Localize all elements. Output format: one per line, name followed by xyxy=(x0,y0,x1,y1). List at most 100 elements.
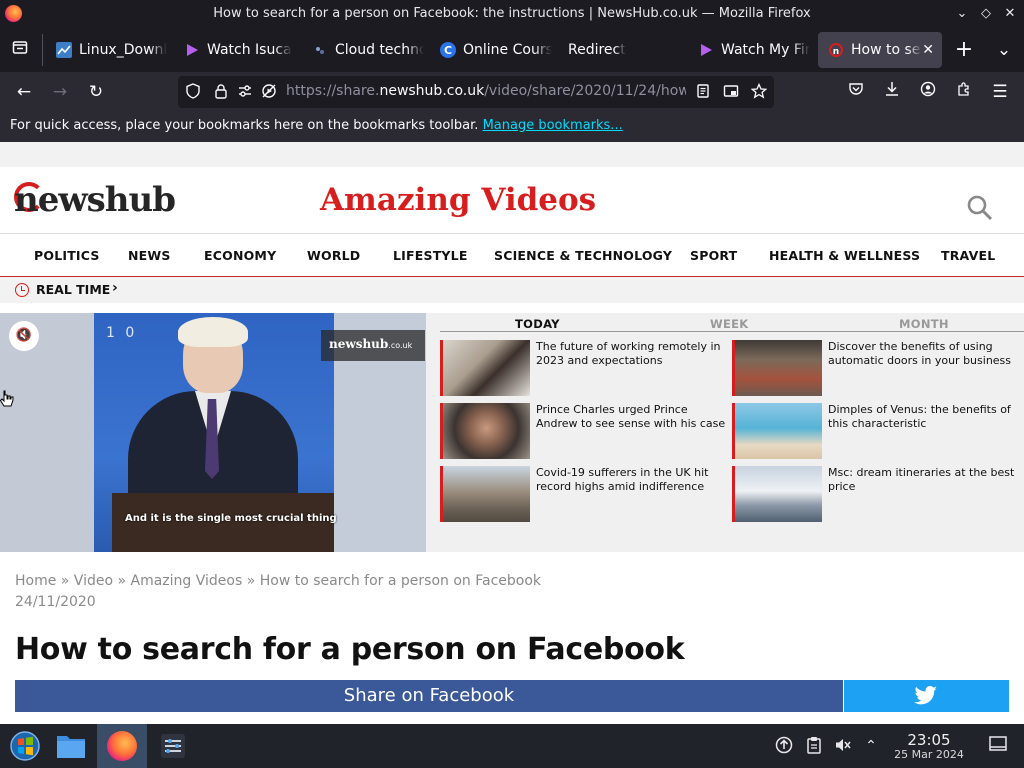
list-all-tabs-icon[interactable]: ⌄ xyxy=(990,36,1018,64)
clipboard-icon[interactable] xyxy=(804,736,824,756)
tab-redirect[interactable]: Redirect xyxy=(558,32,680,68)
tab-watch-my-first[interactable]: Watch My Fir xyxy=(688,32,810,68)
firefox-view-icon[interactable] xyxy=(6,36,34,64)
tab-cloud-technology[interactable]: Cloud techno xyxy=(302,32,424,68)
svg-text:n: n xyxy=(833,47,839,57)
lock-icon[interactable] xyxy=(212,83,230,101)
twitter-bird-icon xyxy=(914,686,937,705)
newshub-icon: n xyxy=(828,42,844,58)
address-bar[interactable]: https://share.newshub.co.uk/video/share/… xyxy=(178,76,774,108)
tab-label: Linux_Downl xyxy=(79,42,168,58)
video-person-hair xyxy=(178,317,248,347)
tab-how-to-search[interactable]: n How to sea ✕ xyxy=(818,32,942,68)
real-time-label: REAL TIME xyxy=(36,282,111,297)
minimize-icon[interactable]: ⌄ xyxy=(952,4,972,24)
tab-today[interactable]: TODAY xyxy=(515,317,560,331)
thumbnail-image xyxy=(732,403,822,459)
clock-icon xyxy=(15,283,29,297)
section-title[interactable]: Amazing Videos xyxy=(320,182,596,218)
pocket-icon[interactable] xyxy=(842,78,870,106)
tab-week[interactable]: WEEK xyxy=(710,317,749,331)
reload-icon[interactable]: ↻ xyxy=(82,78,110,106)
shield-icon[interactable] xyxy=(184,83,202,101)
related-title: Msc: dream itineraries at the best price xyxy=(828,466,1015,493)
related-title: Covid-19 sufferers in the UK hit record … xyxy=(536,466,709,493)
real-time-bar[interactable]: REAL TIME › xyxy=(0,277,1024,303)
chevron-up-icon[interactable]: ⌃ xyxy=(861,736,881,756)
mute-toggle-icon[interactable]: 🔇 xyxy=(9,321,39,351)
window-titlebar: How to search for a person on Facebook: … xyxy=(0,0,1024,28)
menu-icon[interactable]: ☰ xyxy=(986,78,1014,106)
video-watermark-logo: newshub.co.uk xyxy=(321,330,425,361)
tab-label: Cloud techno xyxy=(335,42,424,58)
site-logo[interactable]: newshub xyxy=(14,180,176,220)
related-tabs: TODAY WEEK MONTH xyxy=(440,316,1024,332)
new-tab-icon[interactable]: + xyxy=(950,36,978,64)
start-menu-icon[interactable] xyxy=(0,724,50,768)
related-videos-panel: TODAY WEEK MONTH The future of working r… xyxy=(426,313,1024,552)
nav-economy[interactable]: ECONOMY xyxy=(204,248,276,263)
tab-label: How to sea xyxy=(851,42,923,58)
bookmark-star-icon[interactable] xyxy=(750,82,768,101)
permissions-icon[interactable] xyxy=(236,83,254,101)
share-twitter-button[interactable] xyxy=(844,680,1009,712)
search-icon[interactable] xyxy=(966,194,994,222)
clock-time[interactable]: 23:05 xyxy=(906,731,952,749)
forward-icon[interactable]: → xyxy=(46,78,74,106)
nav-politics[interactable]: POLITICS xyxy=(34,248,100,263)
tab-online-courses[interactable]: C Online Cours xyxy=(430,32,552,68)
nav-sport[interactable]: SPORT xyxy=(690,248,737,263)
nav-news[interactable]: NEWS xyxy=(128,248,171,263)
tab-separator xyxy=(42,34,43,66)
tab-label: Online Cours xyxy=(463,42,552,58)
manage-bookmarks-link[interactable]: Manage bookmarks... xyxy=(483,118,623,133)
autoplay-blocked-icon[interactable] xyxy=(260,83,278,101)
file-manager-icon[interactable] xyxy=(46,724,96,768)
downloads-icon[interactable] xyxy=(878,78,906,106)
related-title: Dimples of Venus: the benefits of this c… xyxy=(828,403,1011,430)
picture-in-picture-icon[interactable] xyxy=(722,83,740,101)
breadcrumb[interactable]: Home » Video » Amazing Videos » How to s… xyxy=(15,573,541,589)
clock-date[interactable]: 25 Mar 2024 xyxy=(889,748,969,761)
close-tab-icon[interactable]: ✕ xyxy=(922,42,934,58)
nav-lifestyle[interactable]: LIFESTYLE xyxy=(393,248,468,263)
top-strip xyxy=(0,142,1024,167)
tab-watch-isuca[interactable]: Watch Isuca xyxy=(174,32,296,68)
reader-view-icon[interactable] xyxy=(694,83,712,101)
firefox-taskbar-icon[interactable] xyxy=(97,724,147,768)
nav-travel[interactable]: TRAVEL xyxy=(941,248,995,263)
back-icon[interactable]: ← xyxy=(10,78,38,106)
window-title: How to search for a person on Facebook: … xyxy=(213,6,811,21)
network-update-icon[interactable] xyxy=(774,736,794,756)
share-facebook-button[interactable]: Share on Facebook xyxy=(15,680,843,712)
thumbnail-image xyxy=(440,403,530,459)
firefox-logo-icon xyxy=(107,731,137,761)
tab-month[interactable]: MONTH xyxy=(899,317,949,331)
related-item[interactable]: Prince Charles urged Prince Andrew to se… xyxy=(440,403,730,461)
related-title: Prince Charles urged Prince Andrew to se… xyxy=(536,403,726,430)
tab-label: Watch Isuca xyxy=(207,42,292,58)
video-player[interactable]: 1 0 newshub.co.uk And it is the single m… xyxy=(0,313,426,552)
related-item[interactable]: The future of working remotely in 2023 a… xyxy=(440,340,730,398)
nav-world[interactable]: WORLD xyxy=(307,248,360,263)
mouse-cursor-icon xyxy=(0,390,14,410)
close-window-icon[interactable]: ✕ xyxy=(1000,4,1020,24)
show-desktop-icon[interactable] xyxy=(988,736,1008,756)
svg-text:C: C xyxy=(444,44,452,57)
video-caption: And it is the single most crucial thing xyxy=(125,513,337,524)
related-item[interactable]: Covid-19 sufferers in the UK hit record … xyxy=(440,466,730,524)
settings-panel-icon[interactable] xyxy=(148,724,198,768)
tab-linux-download[interactable]: Linux_Downl xyxy=(46,32,168,68)
related-item[interactable]: Msc: dream itineraries at the best price xyxy=(732,466,1022,524)
url-text[interactable]: https://share.newshub.co.uk/video/share/… xyxy=(286,83,686,99)
extensions-icon[interactable] xyxy=(950,78,978,106)
account-icon[interactable] xyxy=(914,78,942,106)
related-item[interactable]: Dimples of Venus: the benefits of this c… xyxy=(732,403,1022,461)
thumbnail-image xyxy=(440,466,530,522)
nav-health-wellness[interactable]: HEALTH & WELLNESS xyxy=(769,248,920,263)
volume-muted-icon[interactable] xyxy=(833,736,853,756)
related-item[interactable]: Discover the benefits of using automatic… xyxy=(732,340,1022,398)
maximize-icon[interactable]: ◇ xyxy=(976,4,996,24)
tab-label: Redirect xyxy=(568,42,626,58)
nav-science-technology[interactable]: SCIENCE & TECHNOLOGY xyxy=(494,248,672,263)
